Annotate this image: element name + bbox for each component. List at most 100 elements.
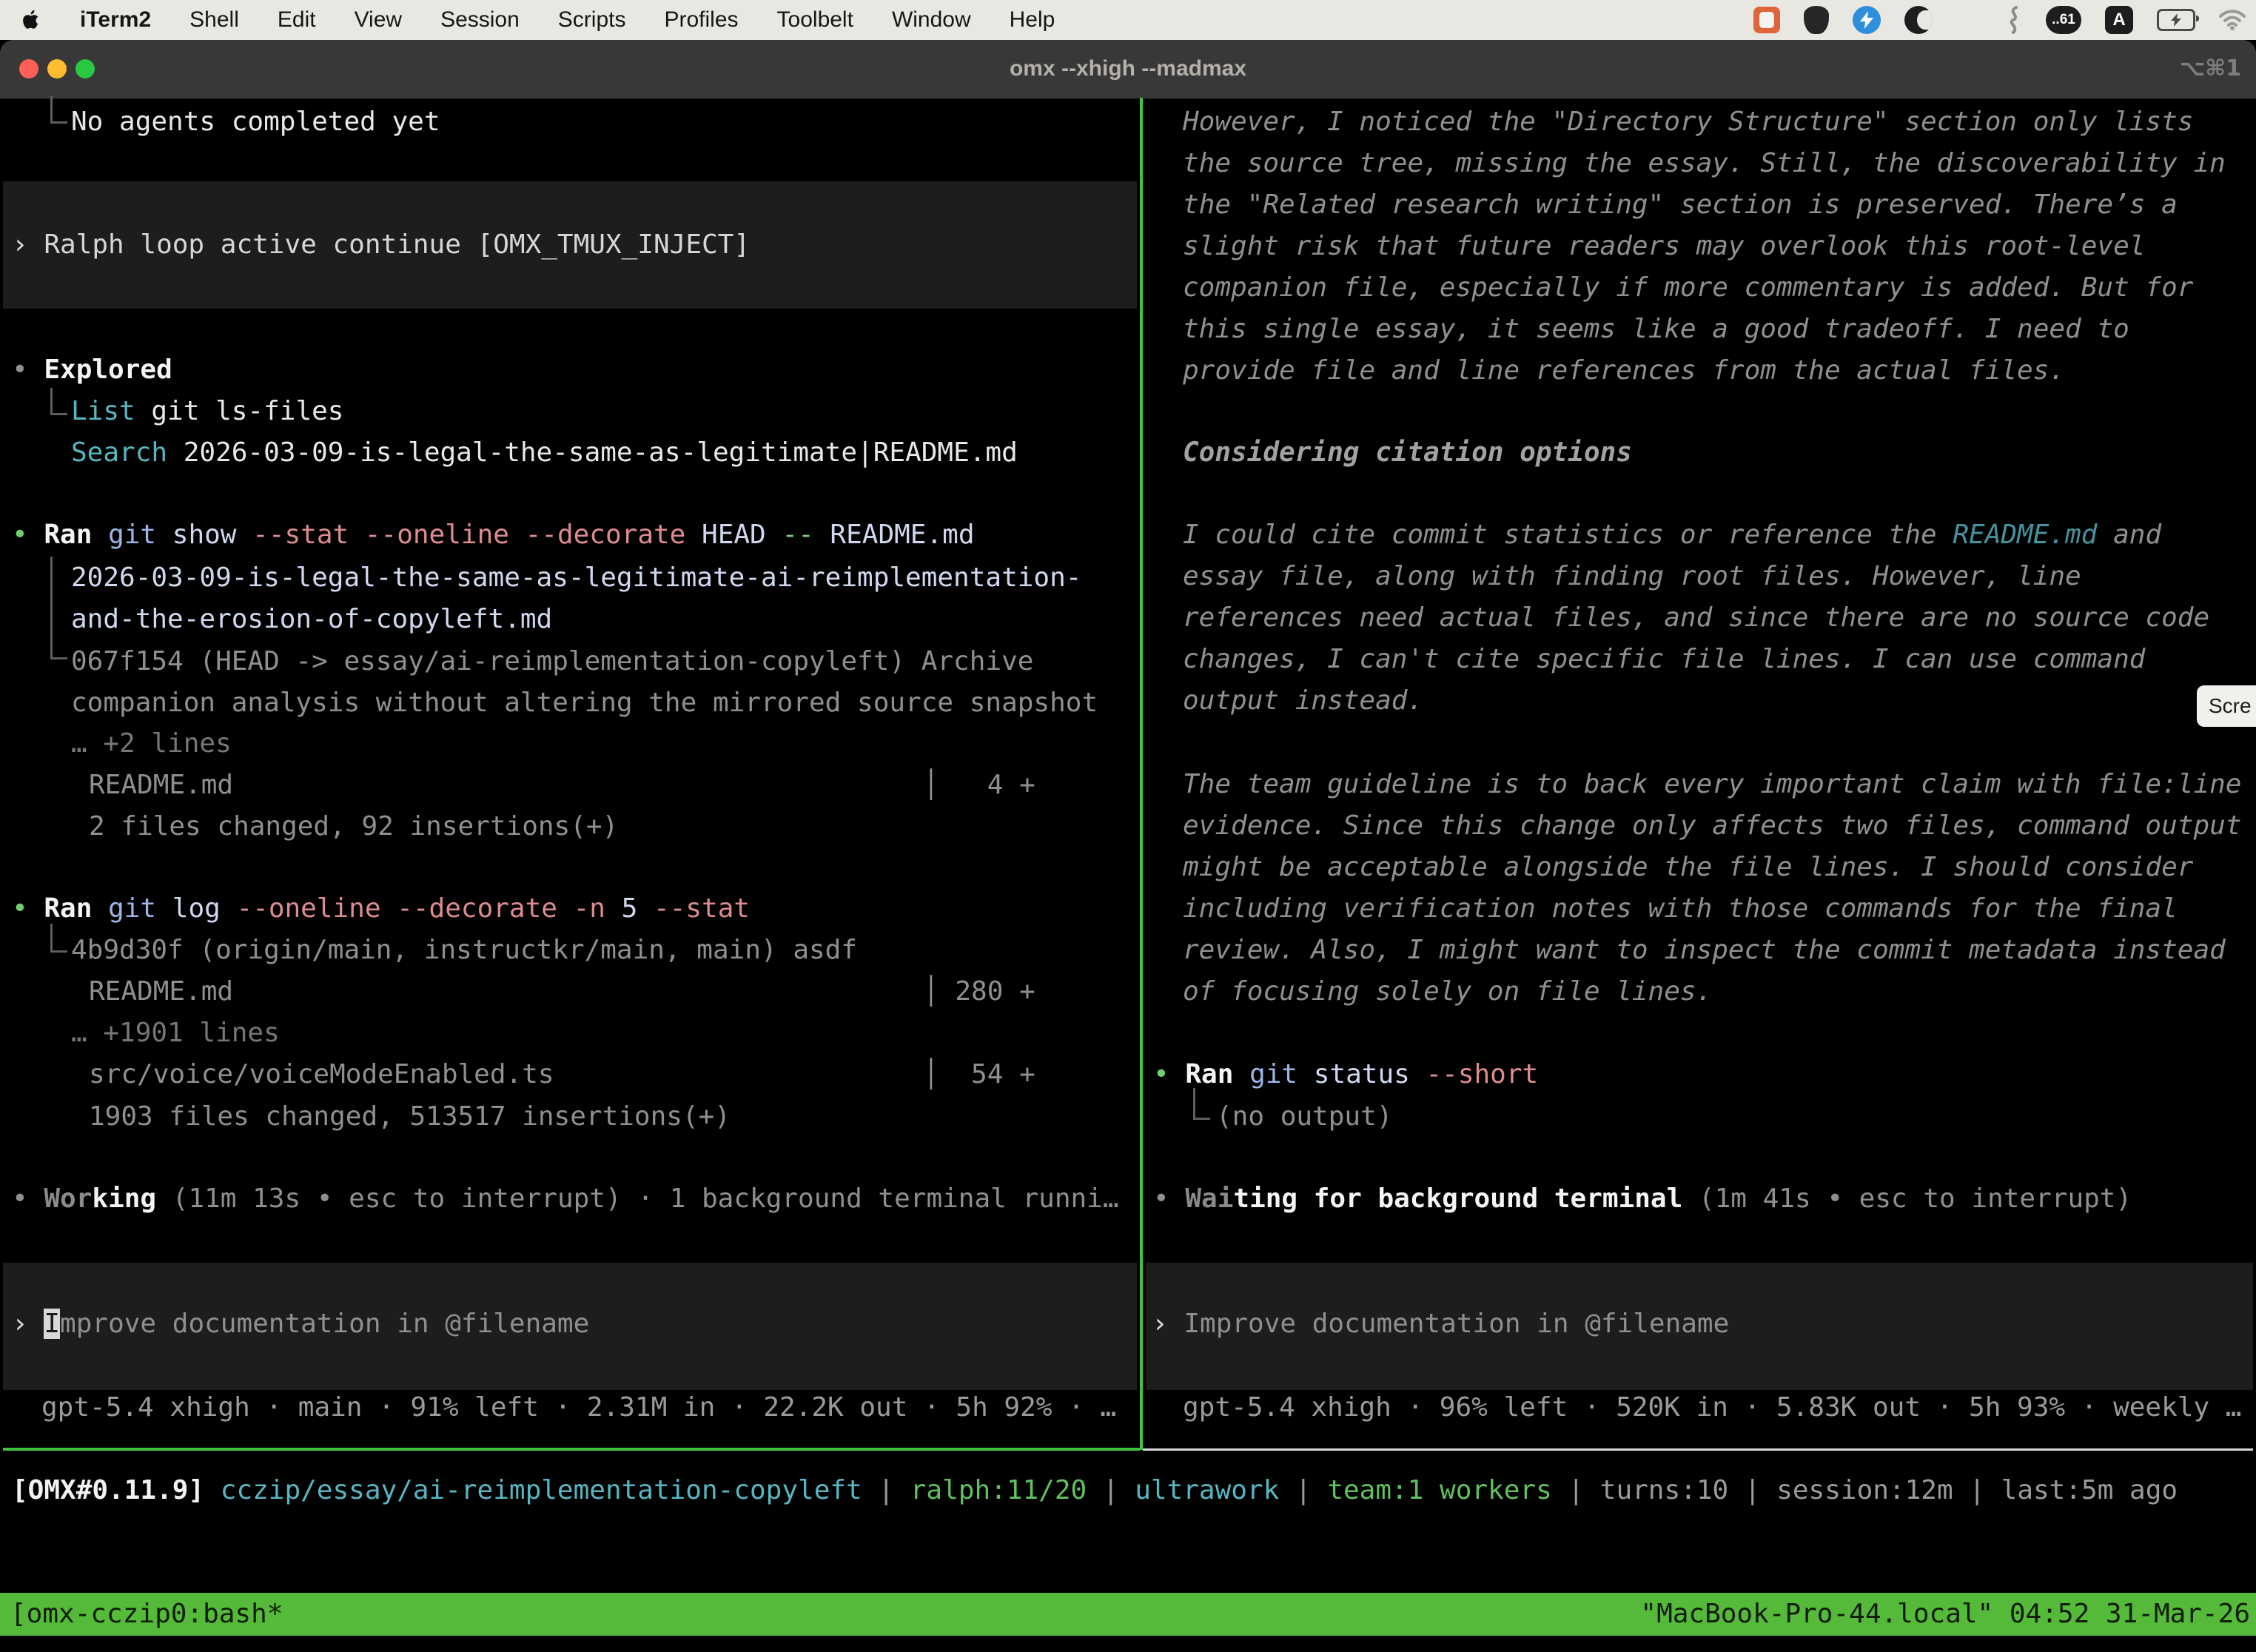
text-segment: --oneline --decorate <box>236 893 573 924</box>
macos-menu-bar: iTerm2 Shell Edit View Session Scripts P… <box>0 0 2256 40</box>
bolt-badge-icon[interactable] <box>1853 6 1881 34</box>
ralph-inject-line: › Ralph loop active continue [OMX_TMUX_I… <box>12 224 750 266</box>
reasoning-para3-line: evidence. Since this change only affects… <box>1183 805 2241 847</box>
dots-grid-icon[interactable] <box>1956 7 1982 33</box>
menu-item-toolbelt[interactable]: Toolbelt <box>777 7 853 33</box>
no-agents-note: No agents completed yet <box>71 101 440 143</box>
battery-percent-icon[interactable]: ..61 <box>2046 6 2081 34</box>
text-segment: • <box>12 893 44 924</box>
reasoning-para2-line: essay file, along with finding root file… <box>1183 556 2081 597</box>
git-log-more-lines: … +1901 lines <box>71 1013 280 1054</box>
left-prompt-line[interactable]: › Improve documentation in @filename <box>12 1303 589 1345</box>
reasoning-para1-line: this single essay, it seems like a good … <box>1183 309 2129 350</box>
window-shortcut-badge: ⌥⌘1 <box>2180 40 2241 98</box>
menu-item-shell[interactable]: Shell <box>189 7 239 33</box>
reasoning-para3-line: review. Also, I might want to inspect th… <box>1183 930 2226 971</box>
tree-elbow <box>50 924 67 953</box>
apple-menu-icon[interactable] <box>22 9 41 31</box>
text-segment: git <box>108 893 172 924</box>
git-log-output: 4b9d30f (origin/main, instructkr/main, m… <box>71 930 857 971</box>
text-segment: --short <box>1426 1059 1538 1089</box>
menu-item-help[interactable]: Help <box>1010 7 1055 33</box>
reasoning-para1-line: companion file, especially if more comme… <box>1183 267 2193 309</box>
prompt-chevron-icon: › <box>12 229 44 260</box>
menu-item-window[interactable]: Window <box>892 7 971 33</box>
ran-git-show-line: • Ran git show --stat --oneline --decora… <box>12 514 975 556</box>
text-segment: HEAD <box>702 520 782 550</box>
reasoning-para2-line: output instead. <box>1183 680 1423 722</box>
text-segment: | <box>1953 1475 2001 1505</box>
text-segment: Explored <box>44 355 172 385</box>
git-show-files-changed: 2 files changed, 92 insertions(+) <box>89 806 618 847</box>
text-segment: git ls-files <box>135 396 344 426</box>
text-segment: turns:10 <box>1600 1475 1728 1505</box>
text-segment: session:12m <box>1776 1475 1953 1505</box>
menu-item-iterm2[interactable]: iTerm2 <box>80 7 151 33</box>
menu-item-edit[interactable]: Edit <box>278 7 316 33</box>
menu-item-session[interactable]: Session <box>440 7 520 33</box>
text-segment: cczip/essay/ai-reimplementation-copyleft <box>221 1475 862 1505</box>
input-source-icon[interactable]: A <box>2105 6 2133 34</box>
explored-heading: • Explored <box>12 349 172 391</box>
screenshot-app-icon[interactable] <box>1753 7 1780 33</box>
readme-link[interactable]: README.md <box>1953 520 2097 550</box>
text-segment: -- <box>782 520 830 550</box>
waiting-status-line: • Waiting for background terminal (1m 41… <box>1153 1178 2132 1220</box>
battery-icon[interactable] <box>2157 9 2195 31</box>
text-segment: Ran <box>44 520 108 550</box>
git-show-output-1: 067f154 (HEAD -> essay/ai-reimplementati… <box>71 641 1033 682</box>
text-segment: Ran <box>1185 1059 1249 1089</box>
reasoning-para3-line: might be acceptable alongside the file l… <box>1183 847 2193 888</box>
text-segment: 2026-03-09-is-legal-the-same-as-legitima… <box>167 437 1018 468</box>
right-prompt-line[interactable]: › Improve documentation in @filename <box>1152 1303 1729 1345</box>
reasoning-para3-line: The team guideline is to back every impo… <box>1183 764 2241 805</box>
reasoning-para2-line: changes, I can't cite specific file line… <box>1183 639 2145 680</box>
pane-divider[interactable] <box>1140 98 1143 1450</box>
menu-item-profiles[interactable]: Profiles <box>664 7 738 33</box>
menu-item-view[interactable]: View <box>355 7 402 33</box>
window-title-bar: omx --xhigh --madmax ⌥⌘1 <box>0 40 2256 99</box>
git-log-stat-readme: README.md │ 280 + <box>89 971 1035 1013</box>
text-cursor: I <box>44 1309 60 1339</box>
squiggle-icon[interactable] <box>2006 6 2022 34</box>
text-segment: status <box>1314 1059 1426 1089</box>
text-segment: (1m 41s • esc to interrupt) <box>1682 1183 2132 1214</box>
text-segment: (11m 13s • esc to interrupt) · 1 backgro… <box>156 1183 1118 1214</box>
window-title: omx --xhigh --madmax <box>0 40 2256 98</box>
text-segment: team:1 workers <box>1327 1475 1551 1505</box>
text-segment: | <box>1279 1475 1327 1505</box>
reasoning-para1-line: slight risk that future readers may over… <box>1183 226 2145 267</box>
text-segment: Wor <box>44 1183 92 1214</box>
tree-elbow <box>50 388 67 415</box>
shield-grid-icon[interactable] <box>1804 6 1829 34</box>
text-segment: king <box>92 1183 156 1214</box>
screenshot-preview-popup[interactable]: Scre <box>2197 685 2256 727</box>
git-show-more-lines: … +2 lines <box>71 723 232 765</box>
wifi-icon[interactable] <box>2219 10 2246 30</box>
tmux-host-clock: "MacBook-Pro-44.local" 04:52 31-Mar-26 <box>1640 1593 2250 1636</box>
text-segment: --stat --oneline --decorate <box>252 520 702 550</box>
screen: iTerm2 Shell Edit View Session Scripts P… <box>0 0 2256 1652</box>
left-model-status-line: gpt-5.4 xhigh · main · 91% left · 2.31M … <box>41 1387 1116 1428</box>
git-show-stat-readme: README.md │ 4 + <box>89 765 1035 806</box>
tree-elbow <box>50 96 67 124</box>
working-status-line: • Working (11m 13s • esc to interrupt) ·… <box>12 1178 1119 1220</box>
moon-circle-icon[interactable] <box>1904 6 1933 34</box>
tmux-status-bar: [omx-cczip0:bash* "MacBook-Pro-44.local"… <box>0 1593 2256 1636</box>
text-segment: | <box>1728 1475 1776 1505</box>
text-segment: • <box>1153 1183 1185 1214</box>
menu-item-scripts[interactable]: Scripts <box>558 7 626 33</box>
text-segment: --stat <box>654 893 750 924</box>
text-segment: ralph:11/20 <box>910 1475 1087 1505</box>
tree-elbow <box>50 557 67 659</box>
reasoning-para3-line: including verification notes with those … <box>1183 888 2178 930</box>
tree-elbow <box>1193 1088 1210 1120</box>
text-segment: • <box>12 520 44 550</box>
text-segment: List <box>71 396 135 426</box>
git-log-files-changed: 1903 files changed, 513517 insertions(+) <box>89 1096 731 1138</box>
text-segment: Search <box>71 437 167 468</box>
prompt-chevron-icon: › <box>1152 1309 1184 1339</box>
explored-search-line: Search 2026-03-09-is-legal-the-same-as-l… <box>71 432 1018 474</box>
tmux-session-label[interactable]: [omx-cczip0:bash* <box>10 1593 283 1636</box>
prompt-chevron-icon: › <box>12 1309 44 1339</box>
